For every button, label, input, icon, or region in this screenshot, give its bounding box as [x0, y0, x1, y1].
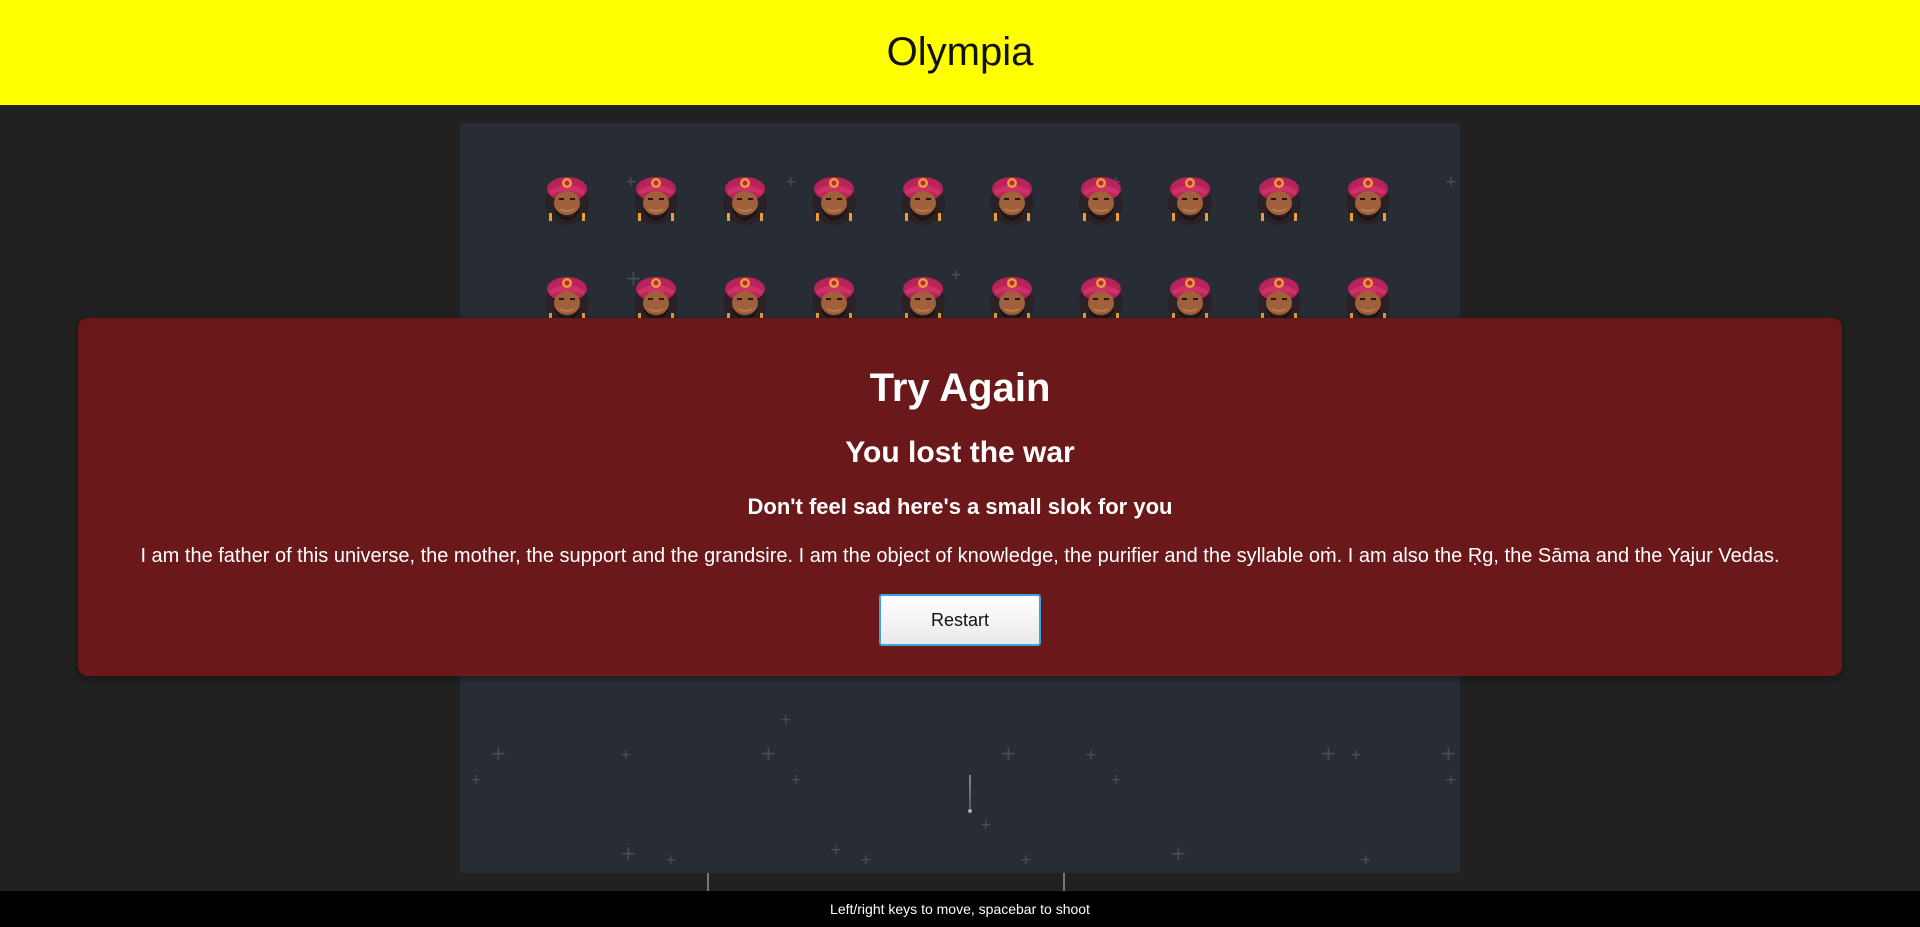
game-over-dialog: Try Again You lost the war Don't feel sa…: [78, 318, 1842, 676]
enemy-warrior-icon: [543, 173, 591, 227]
game-title: Olympia: [886, 30, 1034, 74]
dialog-title: Try Again: [869, 366, 1051, 410]
dialog-subtitle: You lost the war: [845, 436, 1075, 469]
star-sparkle-icon: +: [1000, 741, 1017, 765]
enemy-warrior-icon: [988, 173, 1036, 227]
star-sparkle-icon: +: [830, 842, 842, 858]
header-bar: Olympia: [0, 0, 1920, 105]
dialog-prompt: Don't feel sad here's a small slok for y…: [747, 494, 1173, 519]
enemy-warrior-icon: [1255, 173, 1303, 227]
star-sparkle-icon: +: [860, 852, 872, 868]
controls-hint: Left/right keys to move, spacebar to sho…: [0, 891, 1920, 927]
star-sparkle-icon: +: [780, 712, 792, 728]
star-sparkle-icon: +: [1170, 841, 1187, 865]
star-sparkle-icon: +: [620, 841, 637, 865]
star-sparkle-icon: +: [760, 741, 777, 765]
enemy-warrior-icon: [1344, 173, 1392, 227]
star-sparkle-icon: +: [620, 747, 632, 763]
star-sparkle-icon: +: [1110, 772, 1122, 788]
controls-hint-text: Left/right keys to move, spacebar to sho…: [830, 901, 1090, 917]
star-sparkle-icon: +: [1320, 741, 1337, 765]
enemy-warrior-icon: [632, 173, 680, 227]
star-sparkle-icon: +: [1445, 772, 1457, 788]
star-sparkle-icon: +: [1445, 174, 1457, 190]
star-sparkle-icon: +: [1020, 852, 1032, 868]
star-sparkle-icon: +: [1360, 852, 1372, 868]
enemy-warrior-icon: [1166, 173, 1214, 227]
star-sparkle-icon: +: [785, 174, 797, 190]
star-sparkle-icon: +: [1440, 741, 1457, 765]
star-sparkle-icon: +: [665, 852, 677, 868]
star-sparkle-icon: +: [950, 267, 962, 283]
star-sparkle-icon: +: [790, 772, 802, 788]
sloka-text: I am the father of this universe, the mo…: [140, 545, 1780, 567]
star-sparkle-icon: +: [470, 772, 482, 788]
enemy-warrior-icon: [1077, 173, 1125, 227]
arrow-projectile: [968, 775, 972, 813]
restart-button[interactable]: Restart: [879, 594, 1041, 646]
star-sparkle-icon: +: [980, 817, 992, 833]
star-sparkle-icon: +: [1350, 747, 1362, 763]
star-sparkle-icon: +: [1085, 747, 1097, 763]
enemy-warrior-icon: [721, 173, 769, 227]
enemy-warrior-icon: [810, 173, 858, 227]
star-sparkle-icon: +: [490, 741, 507, 765]
enemy-warrior-icon: [899, 173, 947, 227]
